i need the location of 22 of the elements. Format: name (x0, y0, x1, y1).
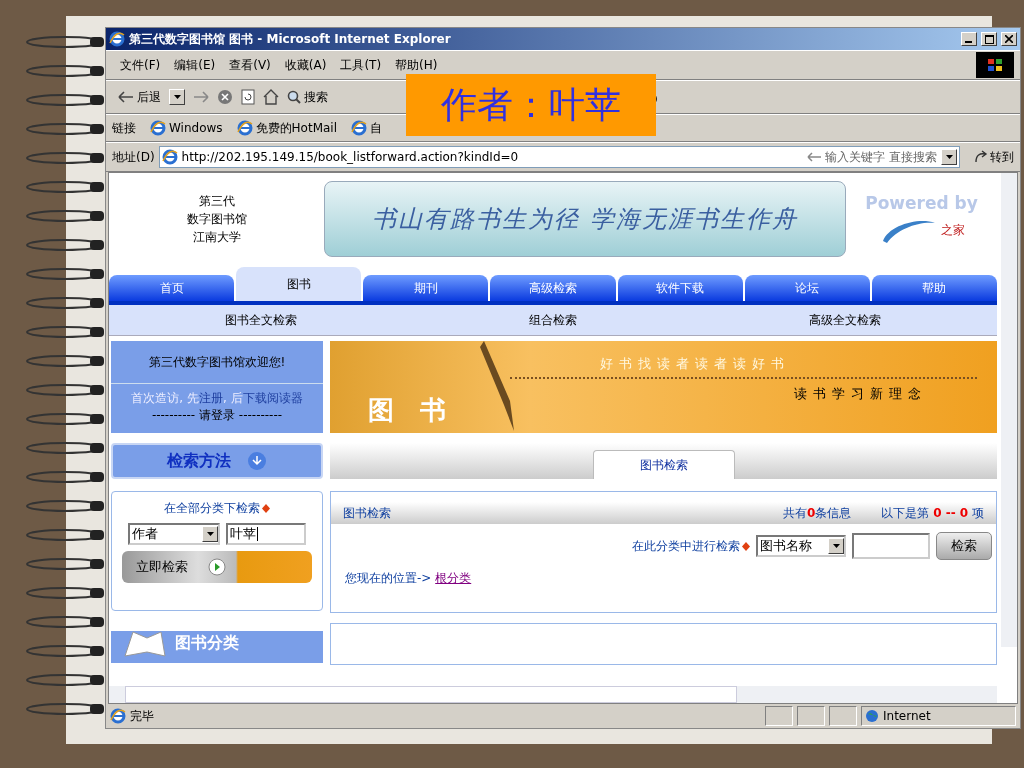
slogan-banner: 书山有路书生为径 学海无涯书生作舟 (324, 181, 846, 257)
banner-title: 图 书 (368, 394, 446, 427)
welcome-text: 首次造访, 先注册, 后下载阅读器 (130, 390, 304, 407)
library-name: 第三代 数字图书馆 江南大学 (185, 193, 248, 246)
banner-tagline: 读书学习新理念 (794, 385, 927, 403)
address-label: 地址(D) (112, 148, 155, 166)
category-title: 图书分类 (175, 632, 239, 654)
category-search-label: 在此分类中进行检索 (632, 537, 750, 555)
security-zone: Internet (861, 706, 1016, 726)
links-label: 链接 (112, 119, 136, 137)
results-title: 图书检索 (343, 504, 392, 522)
logo-text: 之家 (940, 221, 965, 239)
location-text: 您现在的位置-> 根分类 (344, 570, 473, 587)
quick-search-title: 在全部分类下检索 (164, 500, 270, 517)
window-title: 第三代数字图书馆 图书 - Microsoft Internet Explorer (129, 30, 452, 48)
author-label: 作者：叶苹 (406, 74, 656, 136)
result-range: 以下是第 0 -- 0 项 (881, 504, 984, 522)
welcome-title: 第三代数字图书馆欢迎您! (148, 353, 286, 371)
powered-by-text: Powered by (865, 193, 978, 213)
status-text: 完毕 (130, 707, 155, 725)
banner-motto: 好书找读者读者读好书 (600, 355, 790, 373)
result-count: 共有0条信息 (782, 504, 852, 522)
